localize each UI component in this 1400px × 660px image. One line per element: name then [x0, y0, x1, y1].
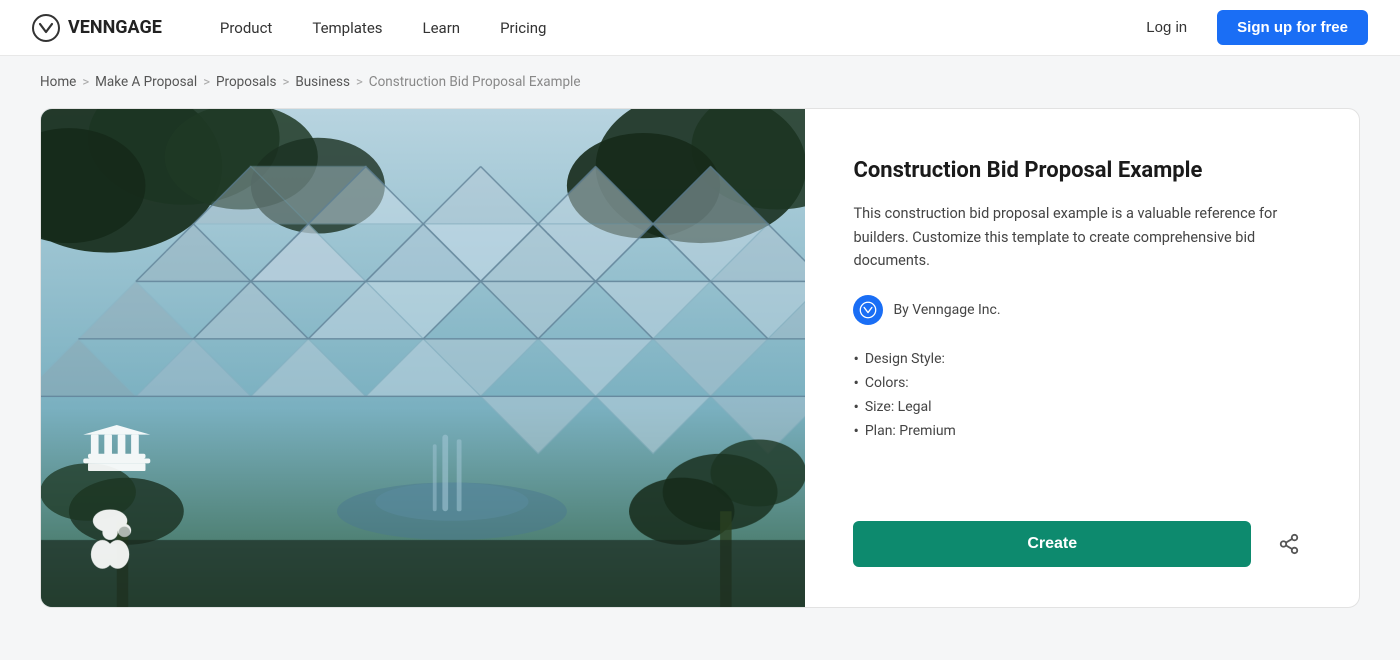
meta-size: Size: Legal — [853, 397, 1311, 416]
breadcrumb-sep-3: > — [283, 75, 290, 90]
template-card: Construction Bid Proposal Example This c… — [40, 108, 1360, 608]
breadcrumb: Home > Make A Proposal > Proposals > Bus… — [0, 56, 1400, 108]
template-title: Construction Bid Proposal Example — [853, 157, 1311, 186]
breadcrumb-sep-4: > — [356, 75, 363, 90]
breadcrumb-proposals[interactable]: Proposals — [216, 74, 277, 90]
signup-button[interactable]: Sign up for free — [1217, 10, 1368, 45]
main-content: Construction Bid Proposal Example This c… — [0, 108, 1400, 648]
breadcrumb-sep-2: > — [203, 75, 210, 90]
brand-name: VENNGAGE — [68, 17, 162, 38]
venngage-avatar-icon — [859, 301, 877, 319]
breadcrumb-make-a-proposal[interactable]: Make A Proposal — [95, 74, 197, 90]
create-button[interactable]: Create — [853, 521, 1251, 567]
template-meta-list: Design Style: Colors: Size: Legal Plan: … — [853, 349, 1311, 440]
breadcrumb-current: Construction Bid Proposal Example — [369, 74, 581, 90]
venngage-logo-icon — [32, 14, 60, 42]
breadcrumb-sep-1: > — [82, 75, 89, 90]
meta-design-style: Design Style: — [853, 349, 1311, 368]
breadcrumb-business[interactable]: Business — [295, 74, 350, 90]
brand-logo[interactable]: VENNGAGE — [32, 14, 162, 42]
breadcrumb-home[interactable]: Home — [40, 74, 76, 90]
share-button[interactable] — [1267, 522, 1311, 566]
author-name: By Venngage Inc. — [893, 302, 1000, 318]
author-avatar — [853, 295, 883, 325]
template-info: Construction Bid Proposal Example This c… — [805, 109, 1359, 607]
nav-product[interactable]: Product — [202, 11, 290, 45]
template-image — [41, 109, 805, 607]
nav-pricing[interactable]: Pricing — [482, 11, 564, 45]
action-row: Create — [853, 521, 1311, 567]
author-row: By Venngage Inc. — [853, 295, 1311, 325]
nav-templates[interactable]: Templates — [294, 11, 400, 45]
nav-links: Product Templates Learn Pricing — [202, 11, 1128, 45]
nav-learn[interactable]: Learn — [405, 11, 479, 45]
template-description: This construction bid proposal example i… — [853, 202, 1311, 274]
login-button[interactable]: Log in — [1128, 11, 1205, 44]
nav-actions: Log in Sign up for free — [1128, 10, 1368, 45]
share-icon — [1278, 533, 1300, 555]
template-preview — [41, 109, 805, 607]
meta-plan: Plan: Premium — [853, 421, 1311, 440]
meta-colors: Colors: — [853, 373, 1311, 392]
navbar: VENNGAGE Product Templates Learn Pricing… — [0, 0, 1400, 56]
